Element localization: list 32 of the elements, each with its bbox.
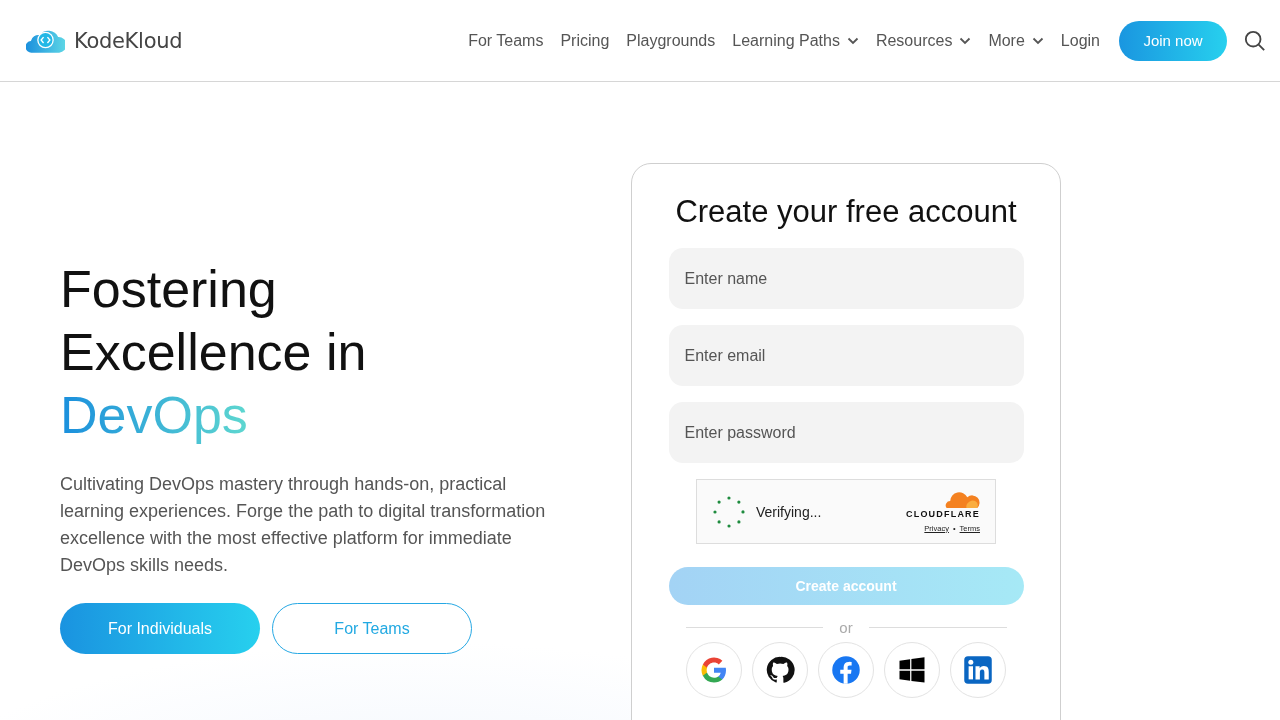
windows-login-button[interactable] <box>884 642 940 698</box>
nav-dropdown[interactable]: Learning Paths <box>732 31 859 50</box>
input-field[interactable]: Enter name <box>668 248 1024 309</box>
google-login-button[interactable] <box>686 642 742 698</box>
linkedin-icon <box>963 655 993 685</box>
spinner-icon <box>712 494 746 529</box>
facebook-icon <box>831 655 861 685</box>
g-logo-icon <box>699 655 729 685</box>
chevron-down-icon <box>1031 36 1044 45</box>
chevron-down-icon <box>959 36 972 45</box>
octocat-icon <box>765 655 795 685</box>
nav-link[interactable]: Login <box>1060 31 1100 50</box>
logo-text[interactable]: KodeKloud <box>74 28 183 53</box>
nav-dropdown[interactable]: Resources <box>875 31 972 50</box>
github-login-button[interactable] <box>752 642 808 698</box>
signup-title: Create your free account <box>675 194 1017 230</box>
input-field[interactable]: Enter password <box>668 402 1024 463</box>
hero-description: Cultivating DevOps mastery through hands-on, practical learning experiences. Forge the path to digital transformation excellence with the most effective platform for immediate DevOps skills needs. <box>60 473 547 577</box>
search-icon[interactable] <box>1244 29 1266 52</box>
facebook-login-button[interactable] <box>818 642 874 698</box>
captcha-brand: CLOUDFLARE <box>906 508 980 519</box>
nav-link[interactable]: For Teams <box>468 31 544 50</box>
nav-dropdown[interactable]: More <box>988 31 1044 50</box>
nav-link[interactable]: Playgrounds <box>626 31 716 50</box>
captcha-status: Verifying... <box>756 503 823 520</box>
hero-heading: Fostering Excellence in <box>60 259 368 383</box>
chevron-down-icon <box>846 36 859 45</box>
input-field[interactable]: Enter email <box>668 325 1024 386</box>
nav-link[interactable]: Pricing <box>560 31 610 50</box>
divider-text: or <box>839 619 853 636</box>
linkedin-login-button[interactable] <box>950 642 1006 698</box>
windows-icon <box>897 655 927 685</box>
